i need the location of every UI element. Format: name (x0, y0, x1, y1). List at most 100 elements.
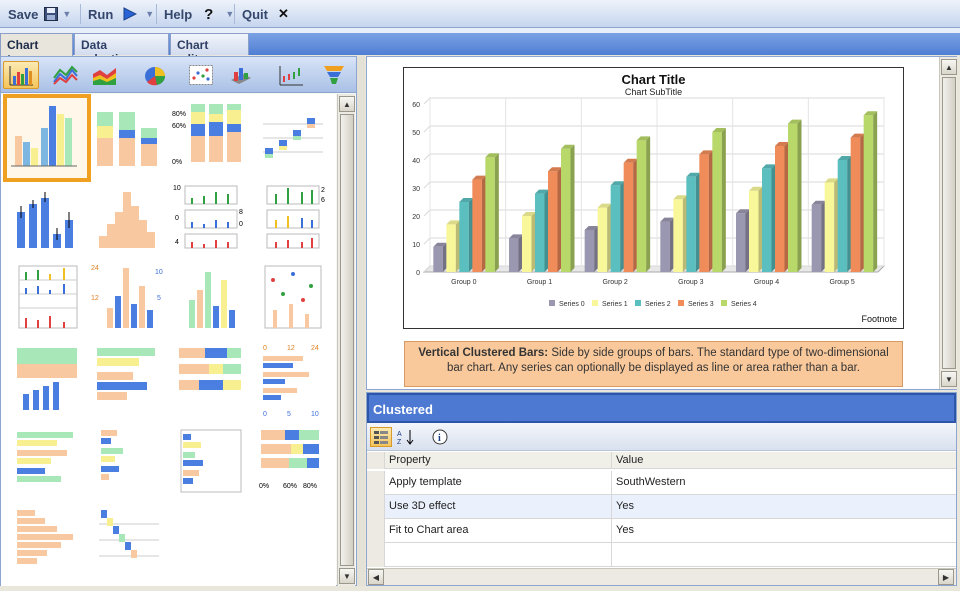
thumb-3d-horizontal-steps[interactable] (89, 504, 169, 584)
help-button[interactable]: Help ? ▼ (164, 6, 234, 23)
chart-subtitle: Chart SubTitle (625, 87, 682, 97)
column-header-value: Value (616, 454, 644, 466)
thumb-horizontal-combo[interactable] (7, 424, 87, 504)
quit-button[interactable]: Quit ✕ (242, 6, 289, 22)
properties-hscrollbar[interactable]: ◀ ▶ (367, 568, 956, 585)
panel-splitter[interactable] (357, 56, 365, 586)
horizontal-stacked-thumbnail (97, 348, 155, 400)
tick-label: 0% (172, 159, 182, 166)
property-row[interactable]: Apply template SouthWestern (367, 471, 956, 495)
thumb-small-multiples[interactable]: 10 0 4 8 0 (171, 180, 251, 260)
thumb-horizontal-percent[interactable] (171, 342, 251, 422)
thumb-multi-panel[interactable] (7, 260, 87, 340)
thumb-error-bars[interactable] (7, 180, 87, 260)
bar (673, 199, 683, 272)
run-dropdown-icon[interactable]: ▼ (145, 9, 154, 19)
bar (584, 230, 595, 272)
save-button[interactable]: Save ▼ (8, 6, 71, 22)
bar (548, 171, 558, 272)
gridline-side (423, 97, 431, 105)
tab-data-selection[interactable]: Data selection (74, 33, 169, 66)
legend-label: Series 0 (559, 301, 585, 308)
thumb-horizontal-stacked[interactable] (89, 342, 169, 422)
tick-label: 80% (303, 483, 317, 490)
tick-label: 60% (172, 123, 186, 130)
scroll-up-icon[interactable]: ▲ (339, 96, 355, 112)
scroll-right-icon[interactable]: ▶ (938, 569, 954, 585)
thumb-histogram[interactable] (89, 180, 169, 260)
alphabetical-view-button[interactable]: A Z (395, 427, 417, 447)
thumb-horizontal-histogram[interactable] (7, 504, 87, 584)
thumb-horizontal-dual-axis[interactable]: 0 12 24 0 5 10 (253, 342, 333, 422)
svg-text:A: A (397, 431, 402, 438)
help-dropdown-icon[interactable]: ▼ (225, 9, 234, 19)
category-pie[interactable] (137, 61, 173, 89)
bar-side (607, 203, 612, 272)
dual-axis-green-thumbnail (189, 272, 235, 328)
bar-side (784, 142, 789, 272)
bar-side (669, 217, 674, 272)
scroll-down-icon[interactable]: ▼ (339, 568, 355, 584)
thumb-small-multiples-b[interactable]: 2 6 (253, 180, 333, 260)
run-button[interactable]: Run ▼ (88, 6, 154, 22)
scroll-thumb[interactable] (340, 114, 354, 566)
categorized-view-button[interactable] (370, 427, 392, 447)
scroll-left-icon[interactable]: ◀ (368, 569, 384, 585)
tab-chart-editor[interactable]: Chart editor (170, 33, 249, 66)
chart-svg: Chart TitleChart SubTitle 60 50 40 30 20 10 0 Gr… (412, 72, 897, 324)
property-pages-button[interactable]: i (429, 427, 451, 447)
sort-az-icon: A Z (397, 430, 414, 445)
properties-toolbar: A Z i (367, 423, 956, 451)
thumb-dual-axis[interactable]: 24 12 10 5 (89, 260, 169, 340)
bar-side (708, 150, 713, 272)
bar-side (695, 172, 700, 272)
description-heading: Vertical Clustered Bars: (418, 347, 549, 359)
tick-label: 60% (283, 483, 297, 490)
thumb-dual-axis-green[interactable] (171, 260, 251, 340)
histogram-thumbnail (99, 192, 155, 248)
property-row[interactable]: Use 3D effect Yes (367, 495, 956, 519)
property-row[interactable]: Fit to Chart area Yes (367, 519, 956, 543)
error-bars-thumbnail (17, 192, 73, 248)
thumb-stacked-bars[interactable] (89, 98, 169, 178)
gridline-side (423, 209, 431, 217)
property-value[interactable]: Yes (612, 495, 956, 519)
thumb-3d-steps[interactable] (253, 98, 333, 178)
category-bar[interactable] (3, 61, 39, 89)
combo-area-thumbnail (17, 348, 77, 410)
thumb-vertical-clustered-bars[interactable] (3, 94, 91, 182)
tab-chart-type[interactable]: Chart type (0, 33, 73, 66)
gridline-side (423, 153, 431, 161)
bar (485, 157, 495, 272)
scroll-thumb[interactable] (942, 77, 956, 369)
bar (522, 216, 532, 272)
scroll-up-icon[interactable]: ▲ (941, 59, 957, 75)
category-line[interactable] (47, 61, 83, 89)
category-scatter[interactable] (183, 61, 219, 89)
property-value[interactable]: Yes (612, 519, 956, 543)
thumb-horizontal-multi[interactable] (89, 424, 169, 504)
preview-scrollbar[interactable]: ▲ ▼ (939, 57, 957, 389)
category-financial[interactable] (273, 61, 309, 89)
thumb-percent-stacked[interactable]: 80% 60% 0% (171, 98, 251, 178)
bar (699, 154, 709, 272)
legend-swatch (678, 300, 684, 306)
thumb-horizontal-percent-b[interactable]: 0% 60% 80% (253, 424, 333, 504)
bar-chart-icon (9, 66, 33, 86)
svg-text:Z: Z (397, 439, 402, 445)
property-value[interactable]: SouthWestern (612, 471, 956, 495)
thumb-horizontal-panel[interactable] (171, 424, 251, 504)
bar (433, 246, 443, 272)
bar (472, 179, 482, 272)
category-funnel[interactable] (316, 61, 352, 89)
category-area[interactable] (86, 61, 122, 89)
thumb-combo-area[interactable] (7, 342, 87, 422)
bar-side (481, 175, 486, 272)
gallery-scrollbar[interactable]: ▲ ▼ (337, 94, 355, 586)
tick-label: 0% (259, 483, 269, 490)
thumb-dual-axis-points[interactable] (253, 260, 333, 340)
category-3d[interactable] (223, 61, 259, 89)
save-dropdown-icon[interactable]: ▼ (62, 9, 71, 19)
scroll-down-icon[interactable]: ▼ (941, 371, 957, 387)
legend-label: Series 3 (688, 301, 714, 308)
